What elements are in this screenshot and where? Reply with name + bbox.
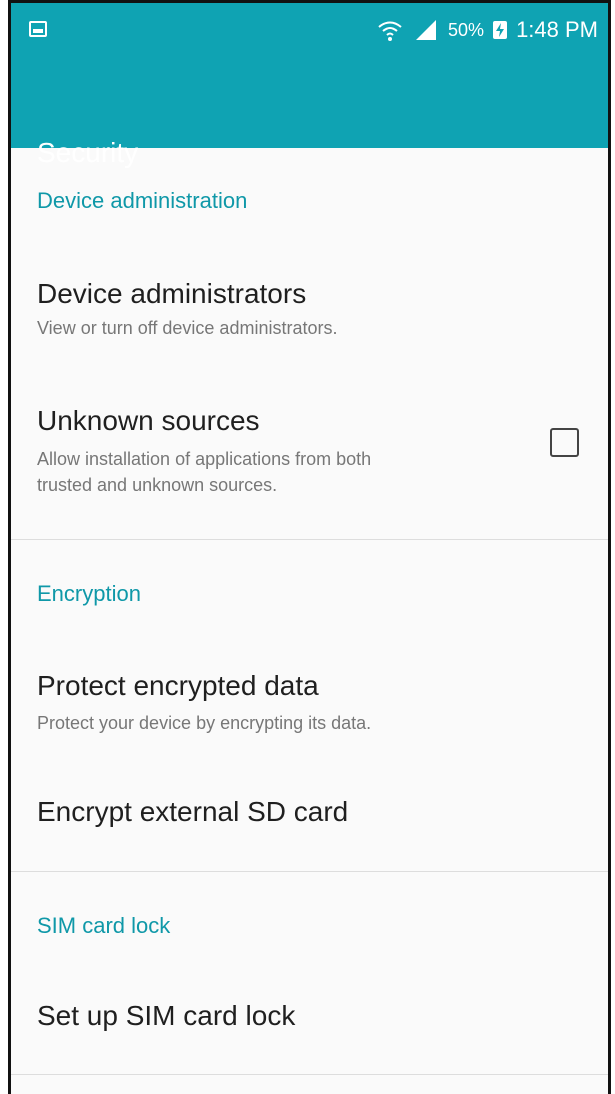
section-header-encryption: Encryption — [37, 581, 141, 606]
app-bar: Security — [11, 58, 608, 167]
signal-icon — [416, 20, 437, 40]
unknown-sources-checkbox[interactable] — [550, 428, 579, 457]
section-divider — [11, 539, 608, 540]
charging-icon — [493, 21, 508, 39]
status-bar: 50% 1:48 PM — [11, 3, 608, 58]
unknown-sources-subtitle-line2: trusted and unknown sources. — [37, 475, 278, 495]
section-header-device-administration: Device administration — [37, 188, 248, 213]
section-header-sim-card-lock: SIM card lock — [37, 913, 171, 938]
page-title: Security — [37, 137, 139, 168]
unknown-sources-subtitle-line1: Allow installation of applications from … — [37, 449, 372, 469]
image-icon — [29, 21, 47, 37]
wifi-icon — [378, 21, 402, 41]
section-divider — [11, 871, 608, 872]
security-settings-screen: 50% 1:48 PM Security Device administrati… — [8, 0, 611, 1094]
protect-encrypted-data-subtitle: Protect your device by encrypting its da… — [37, 713, 372, 733]
protect-encrypted-data-title: Protect encrypted data — [37, 670, 319, 701]
status-indicators: 50% 1:48 PM — [376, 15, 598, 45]
device-administrators-subtitle: View or turn off device administrators. — [37, 318, 338, 338]
device-administrators-title: Device administrators — [37, 278, 307, 309]
clock: 1:48 PM — [516, 17, 598, 42]
section-divider — [11, 1074, 608, 1075]
battery-percentage: 50% — [448, 19, 485, 40]
encrypt-external-sd-card-title: Encrypt external SD card — [37, 796, 349, 827]
set-up-sim-card-lock-title: Set up SIM card lock — [37, 1000, 296, 1031]
unknown-sources-title: Unknown sources — [37, 405, 260, 436]
